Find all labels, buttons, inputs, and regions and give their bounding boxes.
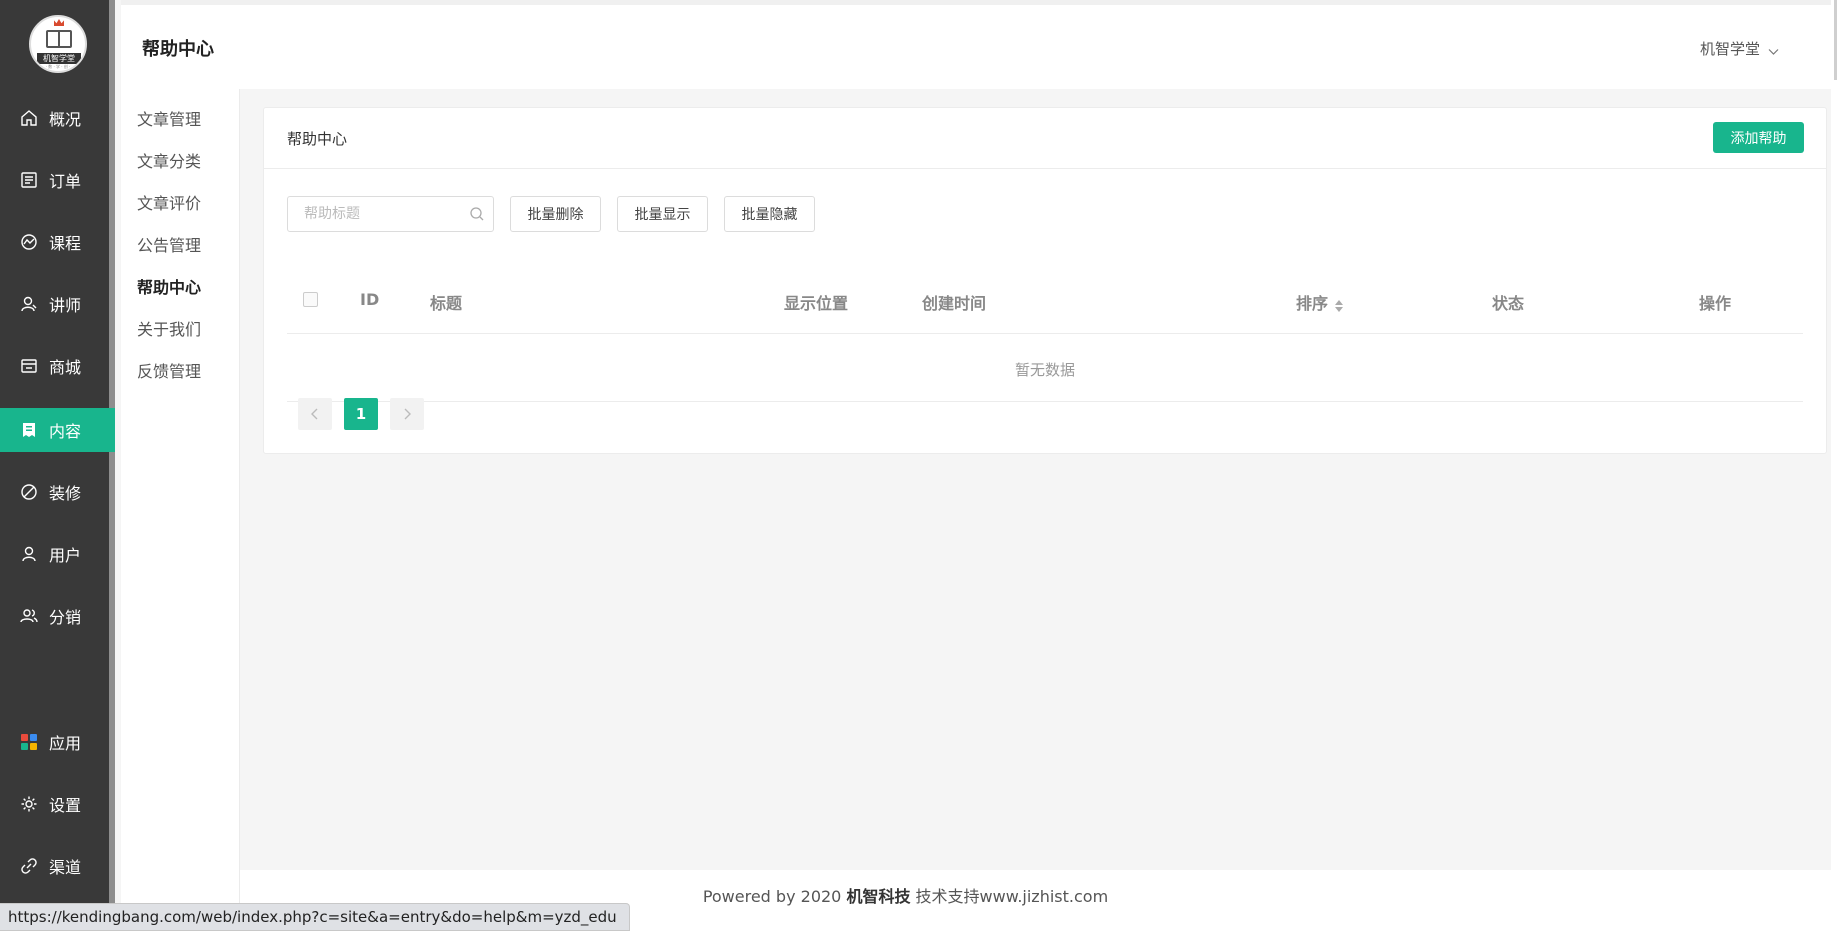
footer-company: 机智科技 — [846, 887, 911, 906]
window-scrollbar[interactable] — [1831, 0, 1844, 931]
book-icon — [46, 30, 72, 48]
column-id: ID — [360, 290, 380, 309]
user-menu[interactable]: 机智学堂 — [1700, 38, 1779, 59]
sidebar-item-distribution[interactable]: 分销 — [0, 594, 115, 638]
select-all-checkbox[interactable] — [303, 292, 318, 307]
column-position: 显示位置 — [784, 294, 849, 313]
sidebar-item-content[interactable]: 内容 — [0, 408, 115, 452]
sidebar-item-label: 应用 — [49, 734, 82, 753]
order-list-icon — [20, 171, 38, 189]
sidebar-item-label: 概况 — [49, 110, 82, 129]
column-title: 标题 — [430, 294, 463, 313]
main-sidebar: 机智学堂 · 数 · 学 · 创 · 概况 订单 课程 讲师 商城 内容 装修 … — [0, 0, 115, 931]
pagination-prev[interactable] — [298, 398, 332, 430]
sidebar-item-orders[interactable]: 订单 — [0, 158, 115, 202]
sidebar-item-teachers[interactable]: 讲师 — [0, 282, 115, 326]
help-center-card: 帮助中心 添加帮助 批量删除 批量显示 批量隐藏 ID 标题 显示位置 创建时间… — [263, 107, 1827, 454]
sidebar-item-label: 装修 — [49, 484, 82, 503]
subnav-item-article-category[interactable]: 文章分类 — [137, 148, 201, 172]
sidebar-item-label: 设置 — [49, 796, 82, 815]
column-actions: 操作 — [1699, 294, 1732, 313]
user-name: 机智学堂 — [1699, 40, 1760, 58]
chevron-right-icon — [404, 408, 411, 420]
batch-show-button[interactable]: 批量显示 — [617, 196, 708, 232]
subnav-item-help-center[interactable]: 帮助中心 — [137, 274, 201, 298]
column-sort[interactable]: 排序 — [1296, 290, 1344, 314]
sidebar-item-label: 内容 — [49, 422, 82, 441]
subnav-item-feedback[interactable]: 反馈管理 — [137, 358, 201, 382]
chevron-left-icon — [311, 408, 318, 420]
sidebar-item-label: 用户 — [49, 546, 82, 565]
top-header: 帮助中心 机智学堂 — [121, 5, 1831, 89]
status-bar-url: https://kendingbang.com/web/index.php?c=… — [0, 903, 630, 931]
add-help-button[interactable]: 添加帮助 — [1713, 122, 1804, 153]
footer-suffix: 技术支持www.jizhist.com — [910, 887, 1109, 906]
subnav-item-announcements[interactable]: 公告管理 — [137, 232, 201, 256]
app-root: 机智学堂 · 数 · 学 · 创 · 概况 订单 课程 讲师 商城 内容 装修 … — [0, 0, 1844, 931]
column-status: 状态 — [1492, 294, 1525, 313]
logo-tagline: · 数 · 学 · 创 · — [45, 64, 71, 69]
batch-hide-button[interactable]: 批量隐藏 — [724, 196, 815, 232]
sidebar-item-settings[interactable]: 设置 — [0, 782, 115, 826]
page-title: 帮助中心 — [142, 39, 214, 60]
card-title: 帮助中心 — [287, 130, 348, 148]
empty-text: 暂无数据 — [1014, 361, 1075, 379]
decor-icon — [20, 483, 38, 501]
sidebar-item-channel[interactable]: 渠道 — [0, 844, 115, 888]
logo-text: 机智学堂 — [37, 53, 81, 64]
scrollbar-thumb[interactable] — [1834, 0, 1837, 80]
user-icon — [20, 545, 38, 563]
sidebar-item-courses[interactable]: 课程 — [0, 220, 115, 264]
home-icon — [20, 109, 38, 127]
sidebar-item-label: 讲师 — [49, 296, 82, 315]
content-icon — [20, 421, 38, 439]
empty-table-row: 暂无数据 — [287, 335, 1803, 402]
store-icon — [20, 357, 38, 375]
crown-icon — [54, 19, 64, 26]
sidebar-item-overview[interactable]: 概况 — [0, 96, 115, 140]
sidebar-item-label: 商城 — [49, 358, 82, 377]
sub-sidebar: 文章管理 文章分类 文章评价 公告管理 帮助中心 关于我们 反馈管理 — [121, 89, 240, 905]
table-header: ID 标题 显示位置 创建时间 排序 状态 操作 — [287, 268, 1803, 334]
sidebar-item-label: 订单 — [49, 172, 82, 191]
sort-icon[interactable] — [1334, 298, 1344, 312]
chevron-down-icon — [1768, 43, 1779, 55]
search-icon[interactable] — [469, 206, 485, 222]
subnav-item-article-management[interactable]: 文章管理 — [137, 106, 201, 130]
pagination-next[interactable] — [390, 398, 424, 430]
footer-prefix: Powered by 2020 — [702, 887, 847, 906]
course-icon — [20, 233, 38, 251]
settings-icon — [20, 795, 38, 813]
apps-icon — [20, 733, 38, 751]
card-header: 帮助中心 添加帮助 — [264, 108, 1826, 169]
search-input[interactable] — [287, 196, 494, 232]
subnav-item-article-review[interactable]: 文章评价 — [137, 190, 201, 214]
sidebar-item-label: 课程 — [49, 234, 82, 253]
channel-icon — [20, 857, 38, 875]
sidebar-item-label: 分销 — [49, 608, 82, 627]
sidebar-item-apps[interactable]: 应用 — [0, 720, 115, 764]
sidebar-item-label: 渠道 — [49, 858, 82, 877]
sidebar-item-users[interactable]: 用户 — [0, 532, 115, 576]
sidebar-item-decoration[interactable]: 装修 — [0, 470, 115, 514]
column-created-time: 创建时间 — [922, 294, 987, 313]
distribution-icon — [20, 607, 38, 625]
column-sort-label: 排序 — [1296, 294, 1329, 313]
batch-delete-button[interactable]: 批量删除 — [510, 196, 601, 232]
pagination-page[interactable]: 1 — [344, 398, 378, 430]
teacher-icon — [20, 295, 38, 313]
subnav-item-about-us[interactable]: 关于我们 — [137, 316, 201, 340]
sidebar-item-store[interactable]: 商城 — [0, 344, 115, 388]
brand-logo[interactable]: 机智学堂 · 数 · 学 · 创 · — [29, 15, 87, 73]
